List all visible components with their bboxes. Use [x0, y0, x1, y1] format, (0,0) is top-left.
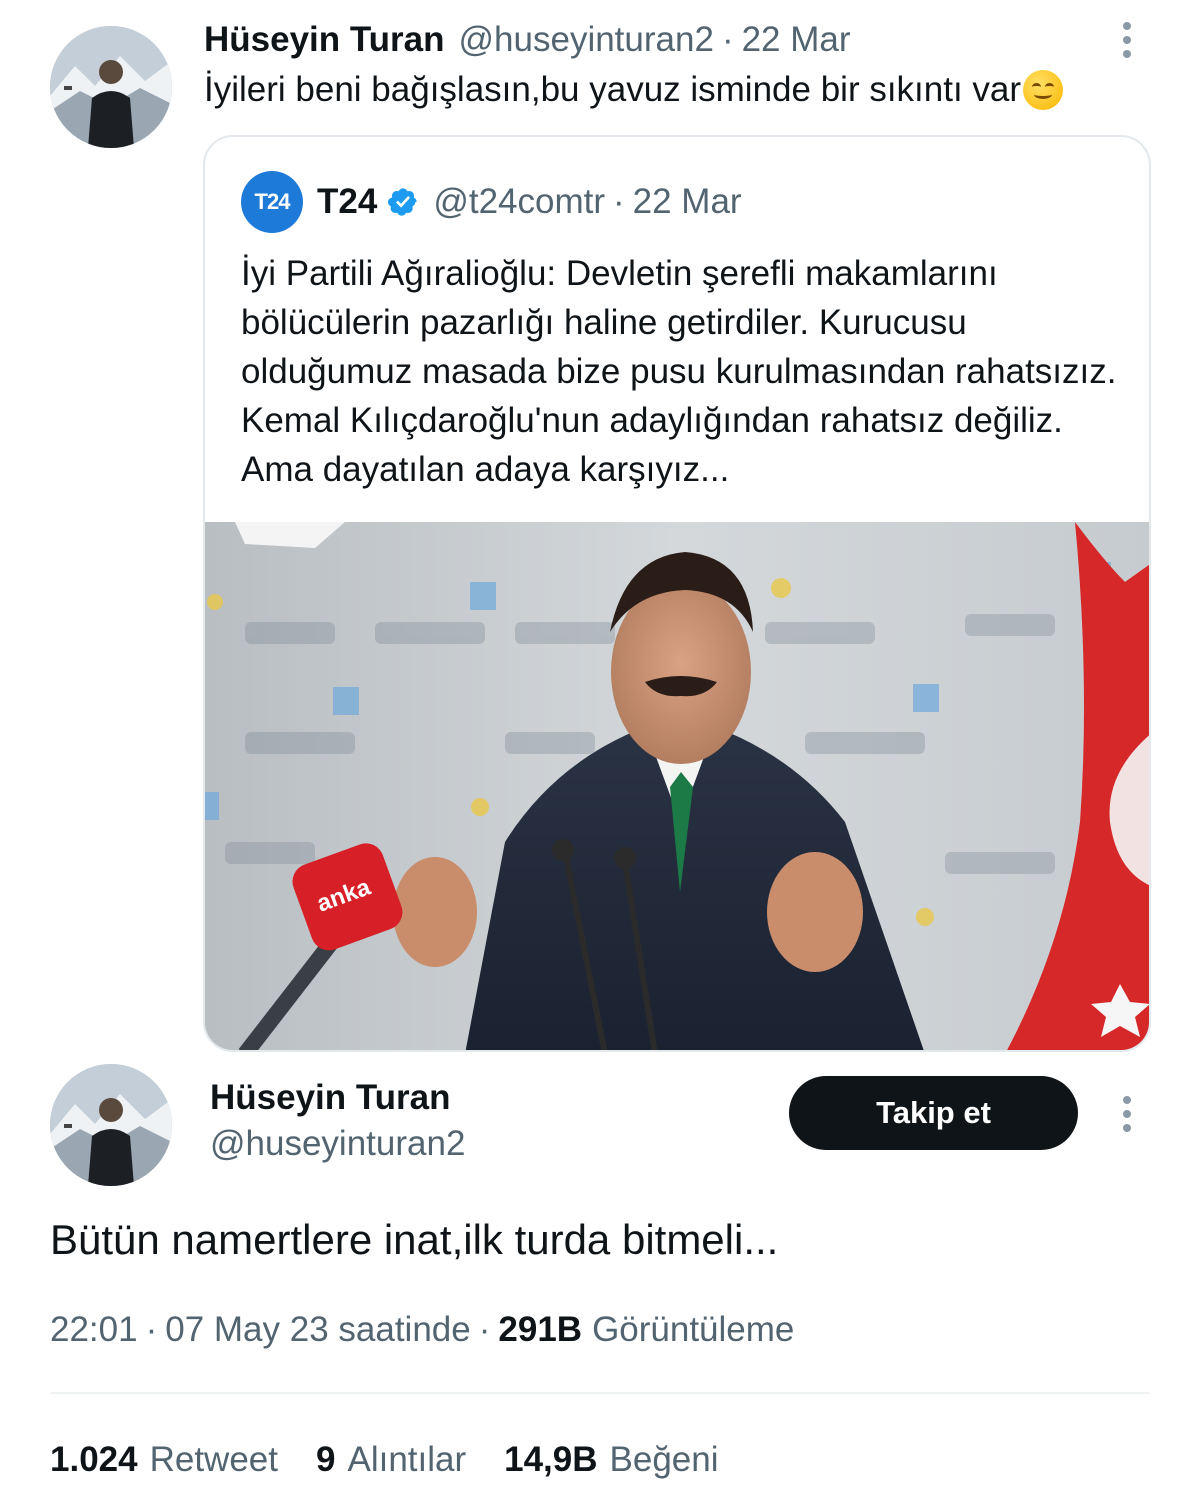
- dot: [1123, 36, 1131, 44]
- divider: [50, 1392, 1150, 1394]
- views-count: 291B: [498, 1310, 583, 1349]
- likes-count: 14,9B: [504, 1440, 598, 1479]
- press-conference-photo: anka: [205, 522, 1149, 1050]
- avatar-image: [50, 26, 172, 148]
- t24-logo-avatar[interactable]: T24: [241, 171, 303, 233]
- tweet-date[interactable]: 07 May 23 saatinde: [165, 1310, 470, 1350]
- reply-tweet-header: Hüseyin Turan @huseyinturan2 · 22 Mar: [204, 20, 851, 62]
- reply-tweet-text: İyileri beni bağışlasın,bu yavuz isminde…: [204, 70, 1064, 110]
- quoted-tweet-text: İyi Partili Ağıralioğlu: Devletin şerefl…: [241, 254, 1117, 489]
- main-author-handle[interactable]: @huseyinturan2: [210, 1124, 465, 1164]
- views-label: Görüntüleme: [592, 1310, 795, 1349]
- smiling-face-emoji-icon: [1023, 70, 1064, 110]
- quoted-author-name[interactable]: T24: [317, 182, 377, 222]
- reply-author-avatar[interactable]: [50, 26, 172, 148]
- main-author-avatar[interactable]: [50, 1064, 172, 1186]
- quoted-tweet-date[interactable]: 22 Mar: [633, 182, 742, 222]
- reply-author-handle[interactable]: @huseyinturan2: [459, 20, 714, 60]
- retweets-label: Retweet: [149, 1440, 278, 1479]
- tweet-time[interactable]: 22:01: [50, 1310, 138, 1350]
- likes-label: Beğeni: [609, 1440, 719, 1479]
- tweet-metadata: 22:01 · 07 May 23 saatinde · 291B Görünt…: [50, 1310, 794, 1350]
- header-separator: ·: [721, 20, 734, 59]
- tweet-page: Hüseyin Turan @huseyinturan2 · 22 Mar İy…: [0, 0, 1200, 1500]
- retweets-count: 1.024: [50, 1440, 138, 1479]
- reply-author-name[interactable]: Hüseyin Turan: [204, 20, 445, 60]
- meta-separator: ·: [478, 1310, 491, 1349]
- main-more-options-icon[interactable]: [1112, 1092, 1142, 1136]
- header-separator: ·: [613, 182, 625, 221]
- verified-badge-icon: [388, 188, 417, 216]
- quotes-count: 9: [316, 1440, 336, 1479]
- quoted-author-handle[interactable]: @t24comtr: [433, 182, 605, 222]
- main-author-name[interactable]: Hüseyin Turan: [210, 1078, 451, 1118]
- follow-button[interactable]: Takip et: [789, 1076, 1078, 1150]
- dot: [1123, 50, 1131, 58]
- quoted-tweet-header: T24 @t24comtr · 22 Mar: [317, 179, 742, 225]
- quotes-label: Alıntılar: [347, 1440, 467, 1479]
- meta-separator: ·: [145, 1310, 158, 1349]
- main-tweet-text: Bütün namertlere inat,ilk turda bitmeli.…: [50, 1216, 779, 1263]
- dot: [1123, 1096, 1131, 1104]
- dot: [1123, 1124, 1131, 1132]
- likes-stat[interactable]: 14,9B Beğeni: [504, 1440, 718, 1480]
- retweets-stat[interactable]: 1.024 Retweet: [50, 1440, 278, 1480]
- quoted-tweet-photo[interactable]: anka: [205, 522, 1149, 1050]
- quotes-stat[interactable]: 9 Alıntılar: [316, 1440, 466, 1480]
- dot: [1123, 1110, 1131, 1118]
- reply-tweet-date[interactable]: 22 Mar: [742, 20, 851, 60]
- quoted-tweet-card[interactable]: T24 T24 @t24comtr · 22 Mar İyi Partili A…: [203, 135, 1151, 1052]
- dot: [1123, 22, 1131, 30]
- reply-more-options-icon[interactable]: [1112, 18, 1142, 62]
- avatar-image: [50, 1064, 172, 1186]
- engagement-stats: 1.024 Retweet 9 Alıntılar 14,9B Beğeni: [50, 1440, 757, 1480]
- reply-tweet-body: İyileri beni bağışlasın,bu yavuz isminde…: [204, 70, 1022, 109]
